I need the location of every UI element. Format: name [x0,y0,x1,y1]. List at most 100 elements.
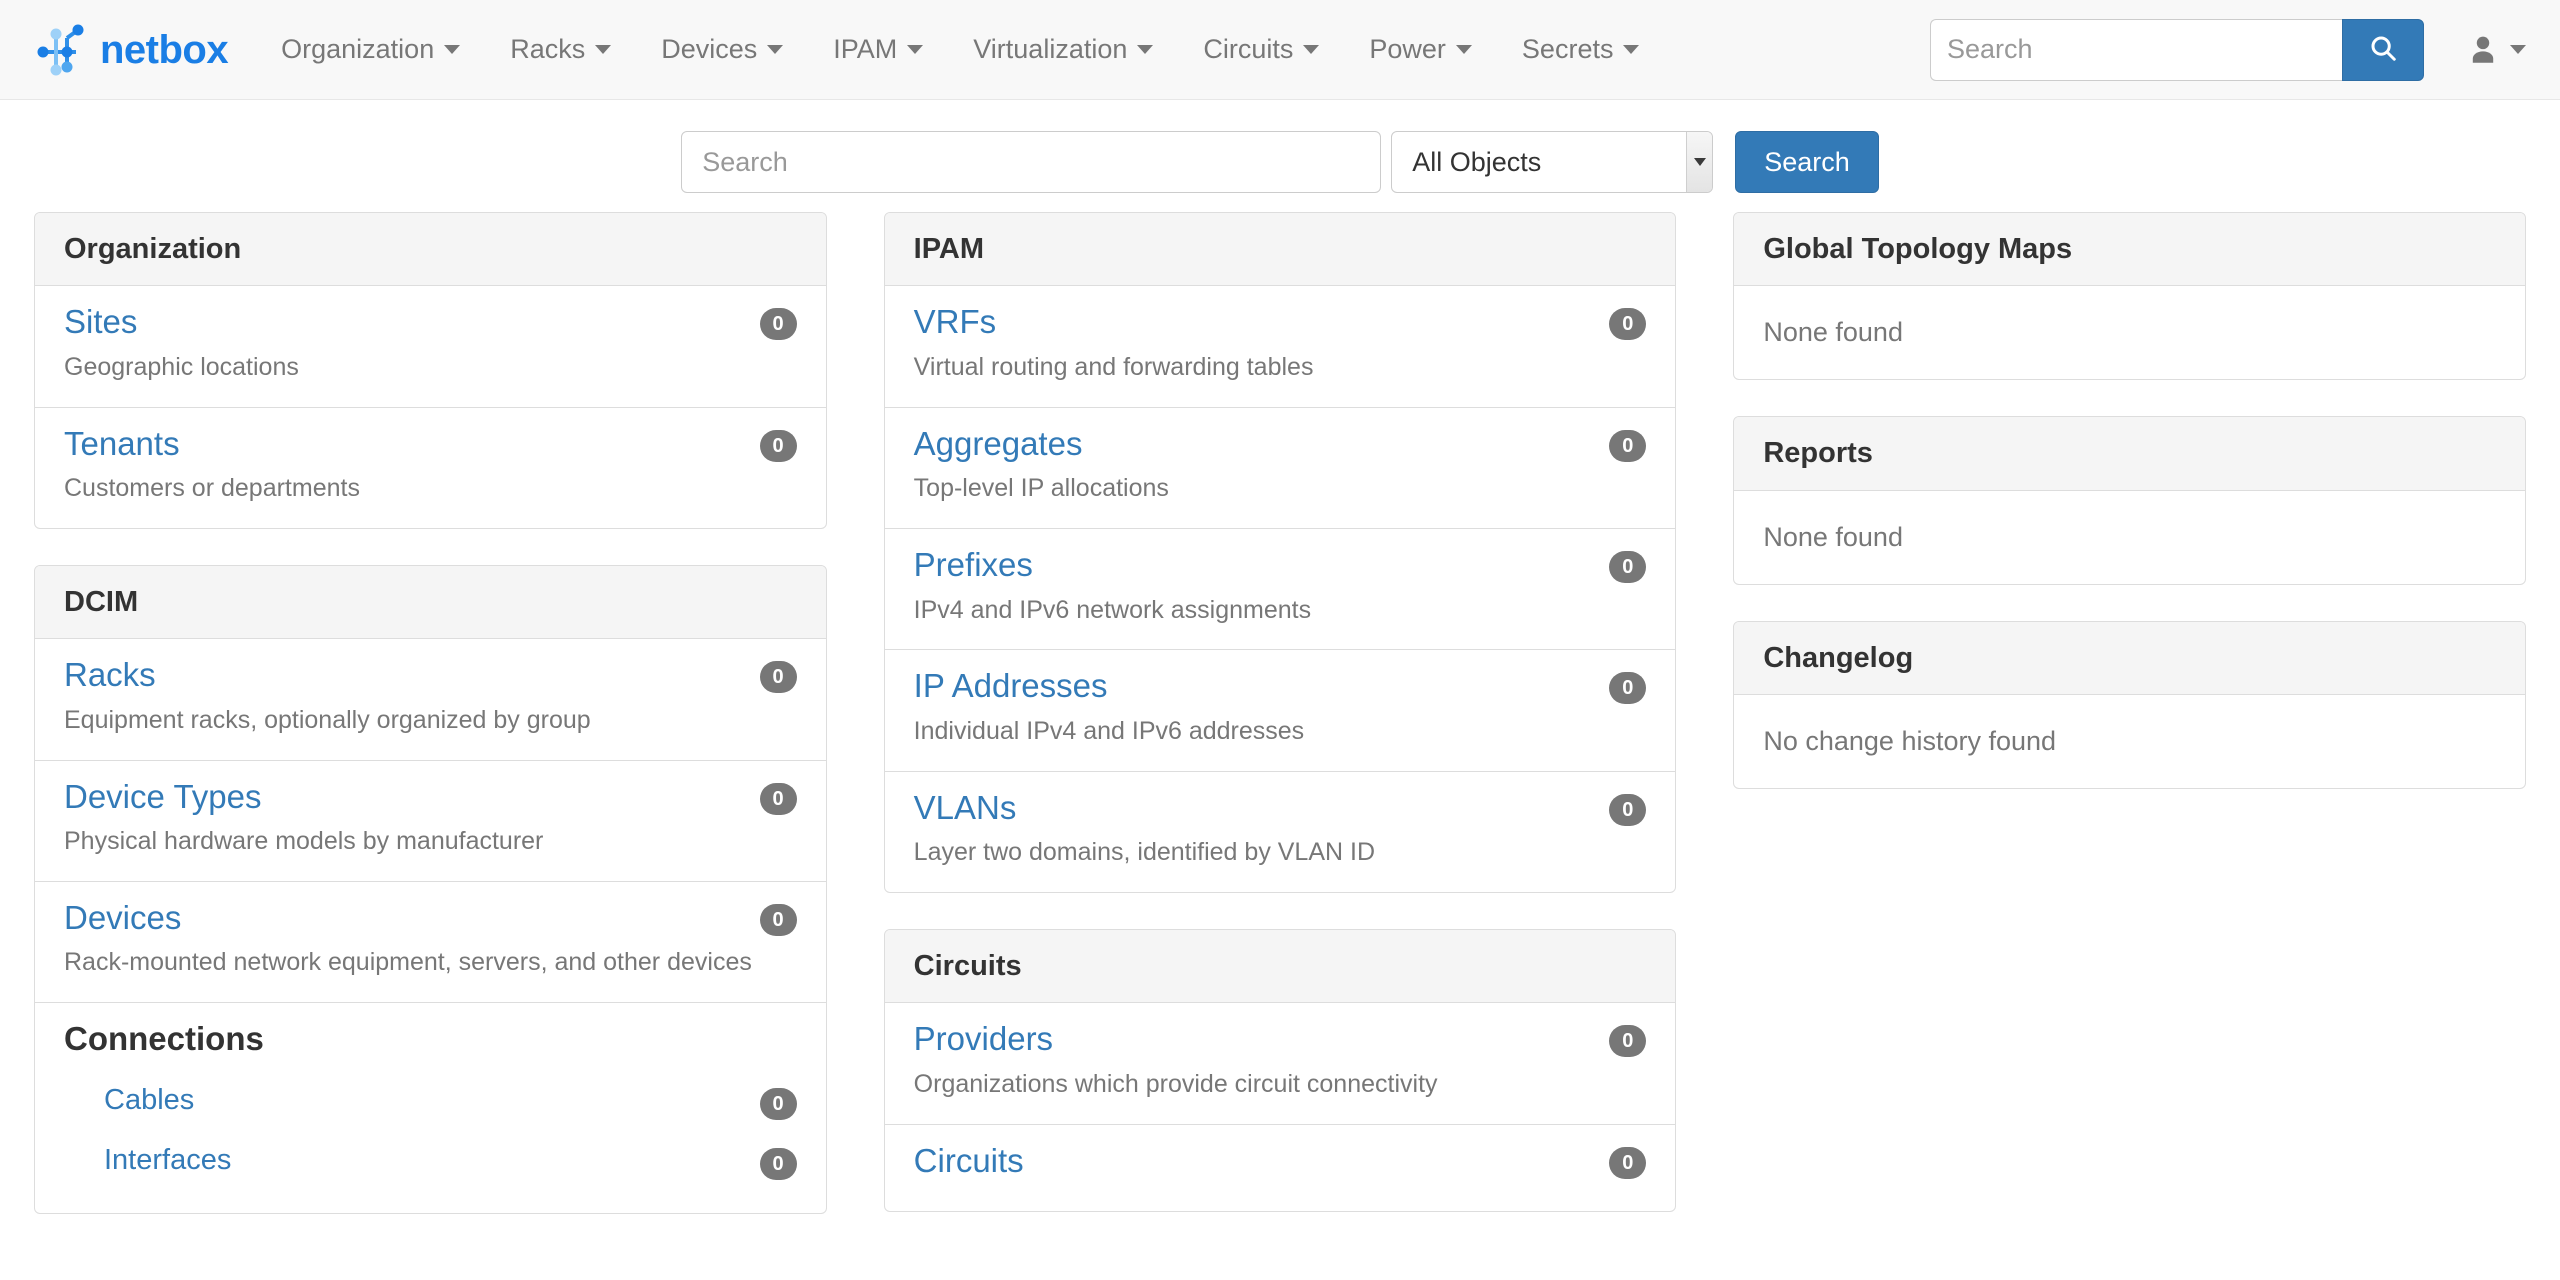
count-badge: 0 [759,661,797,694]
panel-title: Organization [64,233,242,265]
list-item: VRFs 0 Virtual routing and forwarding ta… [884,286,1676,408]
link-prefixes[interactable]: Prefixes [914,545,1033,585]
link-sites[interactable]: Sites [64,302,137,342]
panel-circuits: Circuits Providers 0 Organizations which… [883,928,1677,1213]
link-interfaces[interactable]: Interfaces [104,1144,231,1177]
global-search-form: All Objects Search [681,131,1879,193]
link-ip-addresses[interactable]: IP Addresses [914,666,1108,706]
nav-item-devices[interactable]: Devices [636,0,808,100]
count-badge: 0 [1609,1146,1647,1179]
panel-heading: Global Topology Maps [1734,213,2526,287]
chevron-down-icon [2510,45,2526,54]
panel-reports: Reports None found [1733,416,2527,585]
link-circuits[interactable]: Circuits [914,1141,1024,1181]
nav-label: Racks [510,34,586,64]
link-tenants[interactable]: Tenants [64,424,180,464]
primary-nav: Organization Racks Devices IPAM Virtuali… [256,0,1664,100]
count-badge: 0 [759,903,797,936]
navbar-search-input[interactable] [1930,18,2342,81]
list-item: Tenants 0 Customers or departments [35,408,826,528]
user-menu[interactable] [2466,33,2526,67]
link-vlans[interactable]: VLANs [914,788,1017,828]
list-item-description: Virtual routing and forwarding tables [913,352,1314,381]
panel-heading: Reports [1734,417,2526,491]
list-item-top: Device Types 0 [64,777,797,817]
list-item-top: Circuits 0 [914,1141,1647,1181]
list-item: Device Types 0 Physical hardware models … [35,761,826,882]
count-badge: 0 [759,308,797,341]
chevron-down-icon [907,45,924,54]
count-badge: 0 [1609,429,1647,462]
link-aggregates[interactable]: Aggregates [914,424,1083,464]
link-cables[interactable]: Cables [104,1084,194,1117]
brand-name: netbox [100,27,229,72]
list-item: Providers 0 Organizations which provide … [884,1003,1676,1125]
list-item-top: VRFs 0 [914,302,1647,342]
navbar-search-button[interactable] [2342,18,2424,81]
panel-list: Sites 0 Geographic locations Tenants 0 C… [35,286,826,528]
chevron-down-icon [1137,45,1154,54]
list-item: IP Addresses 0 Individual IPv4 and IPv6 … [884,650,1676,772]
chevron-down-icon [444,45,461,54]
user-icon [2466,33,2500,67]
panel-changelog: Changelog No change history found [1733,620,2527,789]
nav-label: Organization [281,34,435,64]
brand-logo-link[interactable]: netbox [34,0,256,100]
chevron-down-icon [595,45,612,54]
chevron-down-icon [1455,45,1472,54]
panel-global-topology-maps: Global Topology Maps None found [1733,212,2527,381]
global-search-input[interactable] [681,131,1382,193]
list-item-description: Organizations which provide circuit conn… [913,1069,1438,1098]
list-item-top: Prefixes 0 [914,545,1647,585]
sub-list-item: Cables 0 [64,1071,797,1131]
top-navbar: netbox Organization Racks Devices IPAM V… [0,0,2560,100]
link-providers[interactable]: Providers [914,1019,1053,1059]
panel-heading: IPAM [884,213,1676,287]
panel-heading: Organization [35,213,826,287]
link-device-types[interactable]: Device Types [64,777,261,817]
link-devices[interactable]: Devices [64,898,181,938]
nav-item-virtualization[interactable]: Virtualization [948,0,1178,100]
nav-item-secrets[interactable]: Secrets [1497,0,1665,100]
nav-item-circuits[interactable]: Circuits [1178,0,1344,100]
panel-ipam: IPAM VRFs 0 Virtual routing and forwardi… [883,212,1677,893]
panel-list: VRFs 0 Virtual routing and forwarding ta… [884,286,1676,892]
list-item: VLANs 0 Layer two domains, identified by… [885,772,1676,892]
panel-title: DCIM [64,585,139,618]
list-item-top: Devices 0 [64,898,797,938]
connections-subheading: Connections [64,1020,264,1058]
nav-label: Devices [661,34,758,64]
nav-label: Circuits [1203,34,1294,64]
count-badge: 0 [759,782,797,815]
column-right: Global Topology Maps None found Reports … [1733,212,2527,1250]
count-badge: 0 [1609,1025,1647,1058]
list-item-description: Individual IPv4 and IPv6 addresses [913,716,1305,745]
object-type-select[interactable]: All Objects [1391,131,1714,193]
global-search-submit-button[interactable]: Search [1735,131,1879,193]
count-badge: 0 [1609,793,1647,826]
count-badge: 0 [1609,308,1647,341]
chevron-down-icon [1303,45,1320,54]
list-item-description: Equipment racks, optionally organized by… [64,705,591,734]
list-item-description: IPv4 and IPv6 network assignments [913,595,1312,624]
search-icon [2368,33,2398,66]
panel-list: Racks 0 Equipment racks, optionally orga… [35,639,826,1213]
empty-state-text: No change history found [1763,725,2057,756]
list-item-top: Racks 0 [64,655,797,695]
list-item-description: Customers or departments [64,474,360,503]
nav-item-ipam[interactable]: IPAM [808,0,948,100]
nav-item-power[interactable]: Power [1344,0,1497,100]
nav-item-organization[interactable]: Organization [256,0,485,100]
list-item: Devices 0 Rack-mounted network equipment… [35,882,826,1004]
panel-list: Providers 0 Organizations which provide … [884,1003,1676,1211]
link-vrfs[interactable]: VRFs [914,302,997,342]
navbar-search-form [1930,18,2424,81]
list-item-description: Layer two domains, identified by VLAN ID [913,838,1376,867]
count-badge: 0 [759,1147,797,1180]
list-item-top: Sites 0 [64,302,797,342]
nav-item-racks[interactable]: Racks [485,0,636,100]
nav-label: Power [1369,34,1446,64]
count-badge: 0 [1609,550,1647,583]
nav-label: IPAM [833,34,898,64]
link-racks[interactable]: Racks [64,655,156,695]
